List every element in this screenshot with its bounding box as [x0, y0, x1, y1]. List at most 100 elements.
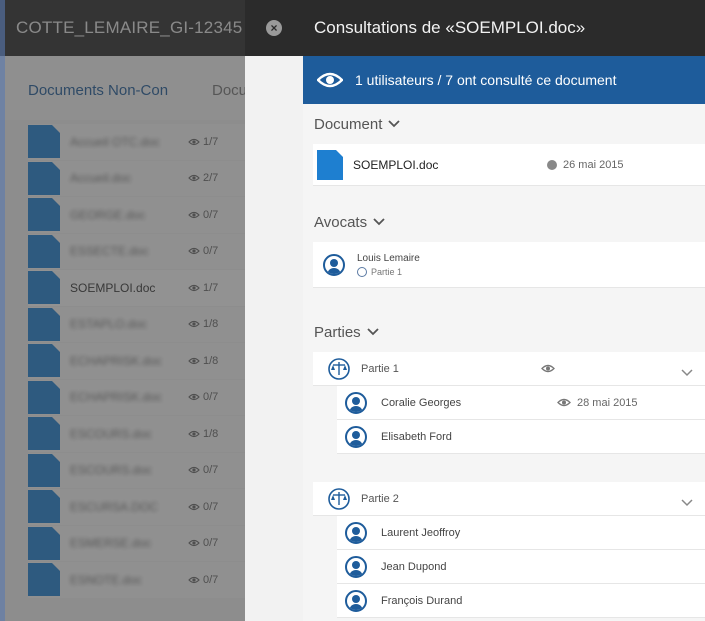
section-document[interactable]: Document: [303, 104, 705, 144]
party-header[interactable]: Partie 2: [313, 482, 705, 516]
chevron-down-icon: [367, 328, 379, 336]
view-count: 1/8: [188, 318, 218, 330]
party-member[interactable]: Coralie Georges 28 mai 2015: [337, 386, 705, 420]
document-name: ESCOURS.doc: [70, 463, 153, 478]
party-member[interactable]: François Durand: [337, 584, 705, 618]
document-date: 26 mai 2015: [547, 159, 624, 171]
lawyer-card[interactable]: Louis Lemaire Partie 1: [313, 242, 705, 288]
eye-icon: [188, 540, 200, 547]
file-icon: [28, 234, 60, 268]
view-count: 0/7: [188, 209, 218, 221]
view-count: 2/7: [188, 172, 218, 184]
view-count: 0/7: [188, 464, 218, 476]
eye-icon: [188, 503, 200, 510]
chevron-down-icon: [373, 218, 385, 226]
user-icon: [345, 425, 367, 448]
document-date-text: 26 mai 2015: [563, 158, 624, 171]
scale-icon: [328, 487, 350, 510]
view-count: 0/7: [188, 245, 218, 257]
view-count: 0/7: [188, 574, 218, 586]
view-count-text: 0/7: [203, 464, 219, 477]
file-icon: [28, 125, 60, 159]
document-row[interactable]: ESSECTE.doc 0/7: [28, 233, 245, 269]
view-count: 1/7: [188, 282, 218, 294]
user-icon: [345, 521, 367, 544]
close-column: ×: [245, 0, 303, 621]
document-row[interactable]: ESNOTE.doc 0/7: [28, 562, 245, 598]
eye-icon: [541, 364, 555, 372]
user-icon: [345, 589, 367, 612]
section-parties-label: Parties: [314, 323, 361, 341]
member-name: François Durand: [381, 594, 463, 607]
document-row[interactable]: ESMERSE.doc 0/7: [28, 525, 245, 561]
section-document-label: Document: [314, 115, 383, 133]
file-icon: [28, 380, 60, 414]
chevron-down-icon[interactable]: [681, 369, 693, 377]
document-row[interactable]: ESCURSA.DOC 0/7: [28, 489, 245, 525]
close-icon[interactable]: ×: [266, 20, 282, 36]
user-icon: [345, 555, 367, 578]
document-row[interactable]: ESCOURS.doc 0/7: [28, 452, 245, 488]
eye-icon: [188, 284, 200, 291]
view-count-text: 0/7: [203, 500, 219, 513]
file-icon: [317, 149, 343, 180]
file-icon: [28, 490, 60, 524]
file-icon: [28, 453, 60, 487]
eye-icon: [188, 394, 200, 401]
eye-icon: [188, 357, 200, 364]
file-icon: [28, 307, 60, 341]
tab-documents-non-confidential[interactable]: Documents Non-Con: [28, 82, 168, 99]
document-row[interactable]: GEORGE.doc 0/7: [28, 197, 245, 233]
view-count-text: 1/7: [203, 281, 219, 294]
scale-icon: [328, 357, 350, 380]
documents-pane: COTTE_LEMAIRE_GI-12345 Documents Non-Con…: [0, 0, 245, 621]
document-row[interactable]: ESCOURS.doc 1/8: [28, 416, 245, 452]
view-count: 0/7: [188, 537, 218, 549]
case-title: COTTE_LEMAIRE_GI-12345: [0, 0, 245, 56]
user-icon: [323, 253, 345, 276]
view-count-text: 0/7: [203, 245, 219, 258]
document-name: ESCOURS.doc: [70, 426, 153, 441]
member-name: Laurent Jeoffroy: [381, 526, 461, 539]
eye-icon: [188, 175, 200, 182]
document-list: Accueil OTC.doc 1/7 Accueil.doc 2/7 GEORGE.d…: [28, 124, 245, 599]
eye-icon: [188, 211, 200, 218]
document-row[interactable]: ECHAPRISK.doc 0/7: [28, 379, 245, 415]
scale-icon: [357, 266, 367, 277]
member-name: Elisabeth Ford: [381, 430, 452, 443]
eye-icon: [557, 398, 571, 407]
document-name: ESCURSA.DOC: [70, 499, 159, 514]
document-row[interactable]: ECHAPRISK.doc 1/8: [28, 343, 245, 379]
party-header[interactable]: Partie 1: [313, 352, 705, 386]
party-label: Partie 1: [361, 362, 399, 375]
eye-icon: [188, 430, 200, 437]
document-row[interactable]: Accueil.doc 2/7: [28, 160, 245, 196]
document-name: ESMERSE.doc: [70, 536, 152, 551]
document-name: SOEMPLOI.doc: [353, 157, 439, 172]
section-lawyers-label: Avocats: [314, 213, 368, 231]
view-count-text: 0/7: [203, 391, 219, 404]
document-row[interactable]: SOEMPLOI.doc 1/7: [28, 270, 245, 306]
tab-documents[interactable]: Docu: [212, 82, 245, 99]
summary-bar: 1 utilisateurs / 7 ont consulté ce docum…: [303, 56, 705, 104]
view-count: 1/7: [188, 136, 218, 148]
eye-icon: [188, 467, 200, 474]
document-card[interactable]: SOEMPLOI.doc 26 mai 2015: [313, 144, 705, 186]
view-count: 0/7: [188, 501, 218, 513]
view-count-text: 0/7: [203, 573, 219, 586]
view-count: 0/7: [188, 391, 218, 403]
view-count-text: 0/7: [203, 537, 219, 550]
party-member[interactable]: Elisabeth Ford: [337, 420, 705, 454]
document-row[interactable]: Accueil OTC.doc 1/7: [28, 124, 245, 160]
document-name: ECHAPRISK.doc: [70, 353, 163, 368]
chevron-down-icon: [388, 120, 401, 128]
section-parties[interactable]: Parties: [303, 312, 705, 352]
chevron-down-icon[interactable]: [681, 499, 693, 507]
party-member[interactable]: Laurent Jeoffroy: [337, 516, 705, 550]
document-row[interactable]: ESTAPLO.doc 1/8: [28, 306, 245, 342]
section-lawyers[interactable]: Avocats: [303, 202, 705, 242]
file-icon: [28, 198, 60, 232]
file-icon: [28, 344, 60, 378]
party-member[interactable]: Jean Dupond: [337, 550, 705, 584]
file-icon: [28, 271, 60, 305]
